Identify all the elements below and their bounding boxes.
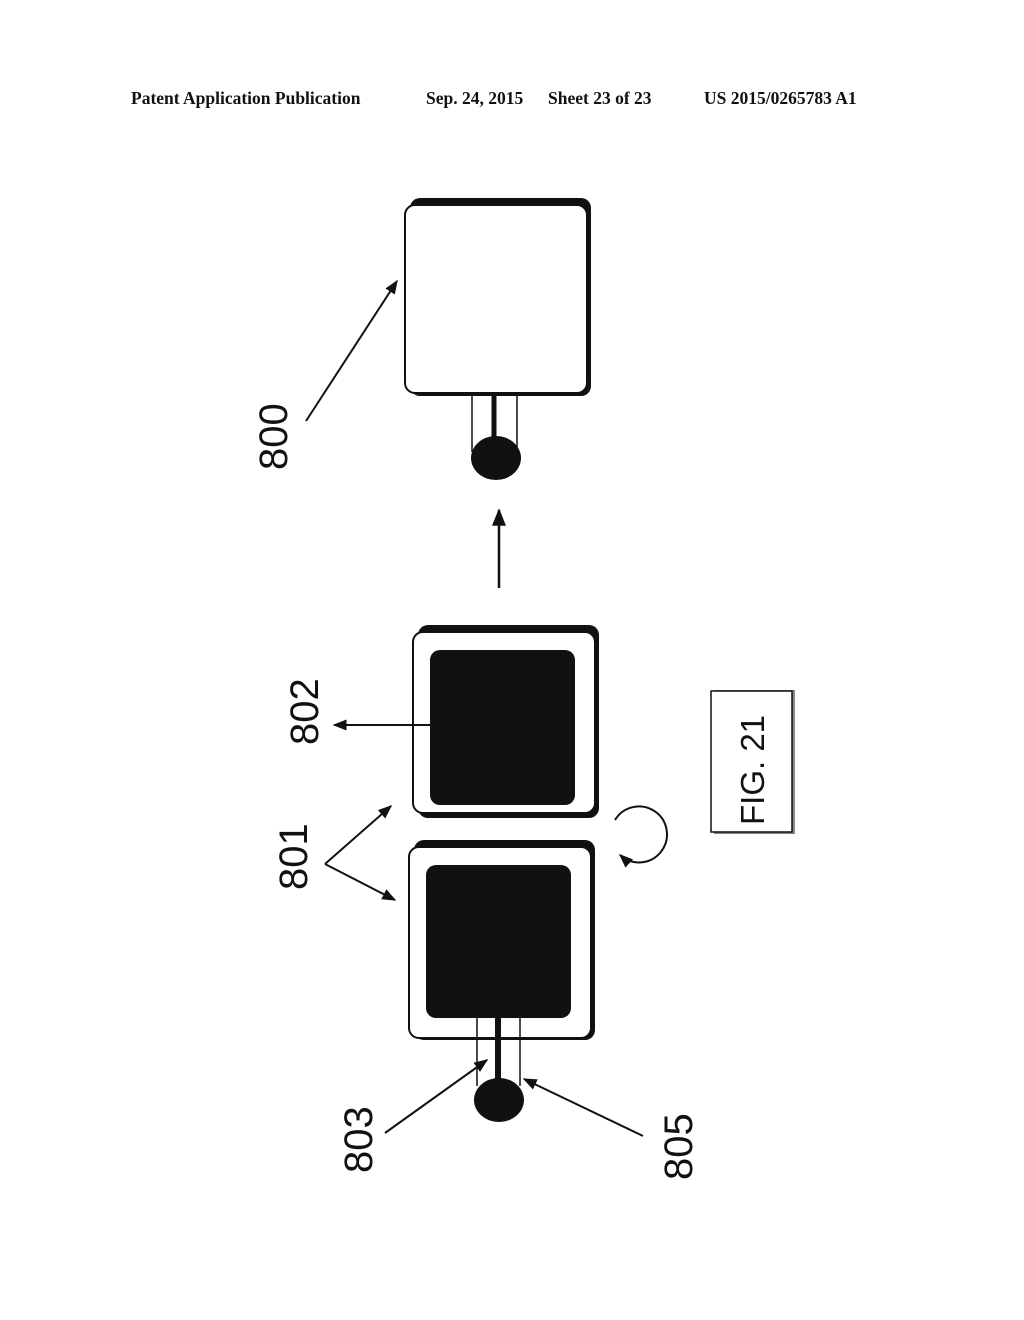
leader-801-lower <box>324 863 397 901</box>
part-lower-pad <box>426 865 571 1018</box>
label-805: 805 <box>657 1113 701 1180</box>
label-800: 800 <box>252 403 296 470</box>
ball <box>474 1078 524 1122</box>
part-lower <box>408 840 595 1122</box>
device-800 <box>404 198 591 480</box>
leader-801-upper <box>324 805 393 865</box>
leader-805 <box>522 1078 644 1137</box>
leader-803 <box>384 1059 489 1134</box>
device-800-ball <box>471 436 521 480</box>
caption-text: FIG. 21 <box>734 715 771 825</box>
rotation-arrow <box>614 805 668 868</box>
label-801: 801 <box>272 823 316 890</box>
part-upper <box>412 625 599 818</box>
figure-caption: FIG. 21 <box>710 690 795 834</box>
label-802: 802 <box>283 678 327 745</box>
figure-drawing: 800 802 801 803 805 FIG. 21 <box>252 198 795 1180</box>
device-800-body <box>404 204 588 394</box>
leader-800 <box>305 279 398 422</box>
element-802-pad <box>430 650 575 805</box>
label-803: 803 <box>337 1106 381 1173</box>
